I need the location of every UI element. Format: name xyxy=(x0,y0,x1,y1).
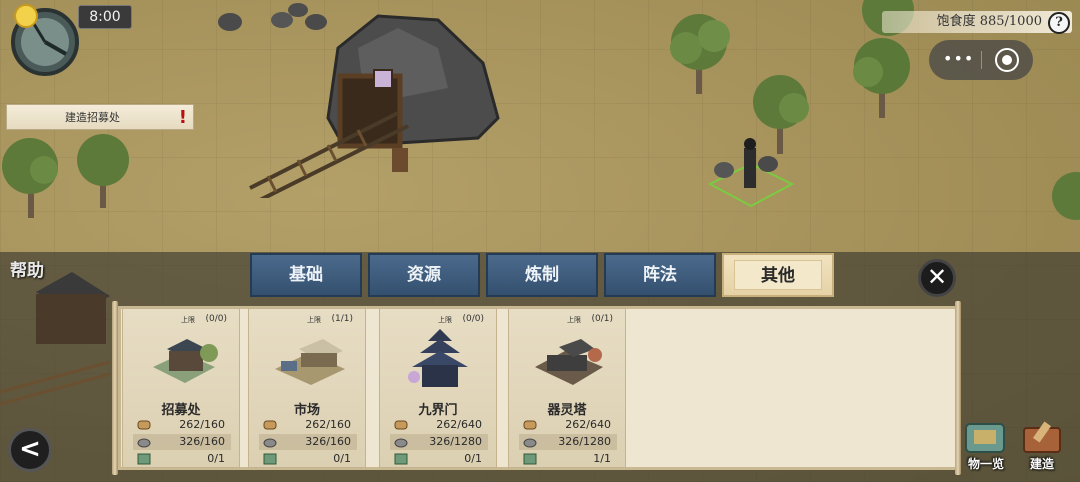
land-cost-row: 0/1 xyxy=(259,451,357,467)
mini-program-capsule: ••• xyxy=(929,40,1033,80)
mine-building[interactable] xyxy=(248,8,518,198)
tree-icon xyxy=(1052,172,1080,220)
wood-cost: 262/160 xyxy=(179,418,225,431)
wood-cost: 262/640 xyxy=(565,418,611,431)
limit-caption: 上限 xyxy=(438,316,452,324)
tab-other-label: 其他 xyxy=(761,266,795,286)
satiety-bar: 饱食度 885/1000 ? xyxy=(882,11,1072,34)
stone-cost: 326/1280 xyxy=(429,435,482,448)
wood-cost-row: 262/160 xyxy=(133,417,231,433)
limit-count: (1/1) xyxy=(331,314,353,324)
land-cost: 1/1 xyxy=(593,452,611,465)
stone-cost: 326/1280 xyxy=(558,435,611,448)
overview-button[interactable]: 物一览 xyxy=(960,420,1012,472)
limit-count: (0/0) xyxy=(462,314,484,324)
stone-cost-row: 326/160 xyxy=(259,434,357,450)
help-label[interactable]: 帮助 xyxy=(10,256,44,281)
artifact-tower-icon xyxy=(535,339,603,385)
wood-cost: 262/640 xyxy=(436,418,482,431)
quest-alert-icon: ! xyxy=(178,107,187,128)
tab-other[interactable]: 其他 xyxy=(722,253,834,297)
limit-caption: 上限 xyxy=(181,316,195,324)
limit-caption: 上限 xyxy=(307,316,321,324)
tree-icon xyxy=(2,138,58,218)
build-label: 建造 xyxy=(1029,457,1054,471)
building-name: 器灵塔 xyxy=(547,403,587,418)
wood-icon xyxy=(394,420,408,430)
building-name: 市场 xyxy=(293,403,320,418)
stone-icon xyxy=(263,438,277,448)
tab-formations[interactable]: 阵法 xyxy=(604,253,716,297)
wood-icon xyxy=(523,420,537,430)
land-icon xyxy=(523,453,537,465)
land-icon xyxy=(394,453,408,465)
land-cost-row: 1/1 xyxy=(519,451,617,467)
tab-formations-label: 阵法 xyxy=(643,265,677,285)
exit-target-icon[interactable] xyxy=(995,48,1019,72)
tab-basic-label: 基础 xyxy=(289,265,323,285)
tab-basic[interactable]: 基础 xyxy=(250,253,362,297)
building-name: 九界门 xyxy=(418,403,458,418)
land-cost: 0/1 xyxy=(464,452,482,465)
stone-cost: 326/160 xyxy=(305,435,351,448)
limit-count: (0/1) xyxy=(591,314,613,324)
wood-cost-row: 262/640 xyxy=(519,417,617,433)
tab-refining-label: 炼制 xyxy=(525,265,559,285)
tree-icon xyxy=(853,38,910,118)
tab-refining[interactable]: 炼制 xyxy=(486,253,598,297)
land-cost: 0/1 xyxy=(333,452,351,465)
tree-icon xyxy=(670,14,730,94)
village-building xyxy=(0,272,111,406)
more-options-icon[interactable]: ••• xyxy=(943,49,974,68)
land-cost-row: 0/1 xyxy=(390,451,488,467)
capsule-divider xyxy=(981,51,982,69)
compass-icon[interactable] xyxy=(4,2,86,78)
limit-count: (0/0) xyxy=(205,314,227,324)
quest-label: 建造招募处 xyxy=(65,111,120,124)
stone-cost-row: 326/1280 xyxy=(390,434,488,450)
land-cost-row: 0/1 xyxy=(133,451,231,467)
build-hammer-icon xyxy=(1023,421,1061,453)
build-button[interactable]: 建造 xyxy=(1016,420,1068,472)
wood-cost-row: 262/640 xyxy=(390,417,488,433)
market-icon xyxy=(275,339,345,385)
stone-cost-row: 326/160 xyxy=(133,434,231,450)
help-icon[interactable]: ? xyxy=(1048,12,1070,34)
stone-cost-row: 326/1280 xyxy=(519,434,617,450)
building-card-recruit[interactable]: 上限 (0/0) 招募处 262/160 326/160 0/1 xyxy=(122,308,240,468)
satiety-label: 饱食度 xyxy=(936,14,976,29)
stone-icon xyxy=(137,438,151,448)
satiety-value: 885/1000 xyxy=(979,14,1042,29)
land-icon xyxy=(263,453,277,465)
overview-label: 物一览 xyxy=(967,457,1004,471)
building-name: 招募处 xyxy=(161,403,201,418)
limit-caption: 上限 xyxy=(567,316,581,324)
building-card-market[interactable]: 上限 (1/1) 市场 262/160 326/160 0/1 xyxy=(248,308,366,468)
building-card-nine-realms-gate[interactable]: 上限 (0/0) 九界门 262/640 326/1280 0/1 xyxy=(379,308,497,468)
player-character[interactable] xyxy=(706,134,796,212)
nine-realms-gate-icon xyxy=(408,329,468,387)
quest-tracker[interactable]: 建造招募处 ! xyxy=(6,104,194,130)
stone-cost: 326/160 xyxy=(179,435,225,448)
back-arrow-icon[interactable]: < xyxy=(8,428,52,472)
land-icon xyxy=(137,453,151,465)
game-time: 8:00 xyxy=(78,5,132,29)
stone-icon xyxy=(394,438,408,448)
wood-cost-row: 262/160 xyxy=(259,417,357,433)
overview-icon xyxy=(965,423,1005,453)
stone-icon xyxy=(523,438,537,448)
tab-resources-label: 资源 xyxy=(407,265,441,285)
wood-icon xyxy=(137,420,151,430)
wood-icon xyxy=(263,420,277,430)
building-card-artifact-tower[interactable]: 上限 (0/1) 器灵塔 262/640 326/1280 1/1 xyxy=(508,308,626,468)
tab-resources[interactable]: 资源 xyxy=(368,253,480,297)
land-cost: 0/1 xyxy=(207,452,225,465)
close-icon[interactable]: ✕ xyxy=(918,259,956,297)
wood-cost: 262/160 xyxy=(305,418,351,431)
tree-icon xyxy=(77,134,129,208)
recruit-hall-icon xyxy=(153,339,218,383)
